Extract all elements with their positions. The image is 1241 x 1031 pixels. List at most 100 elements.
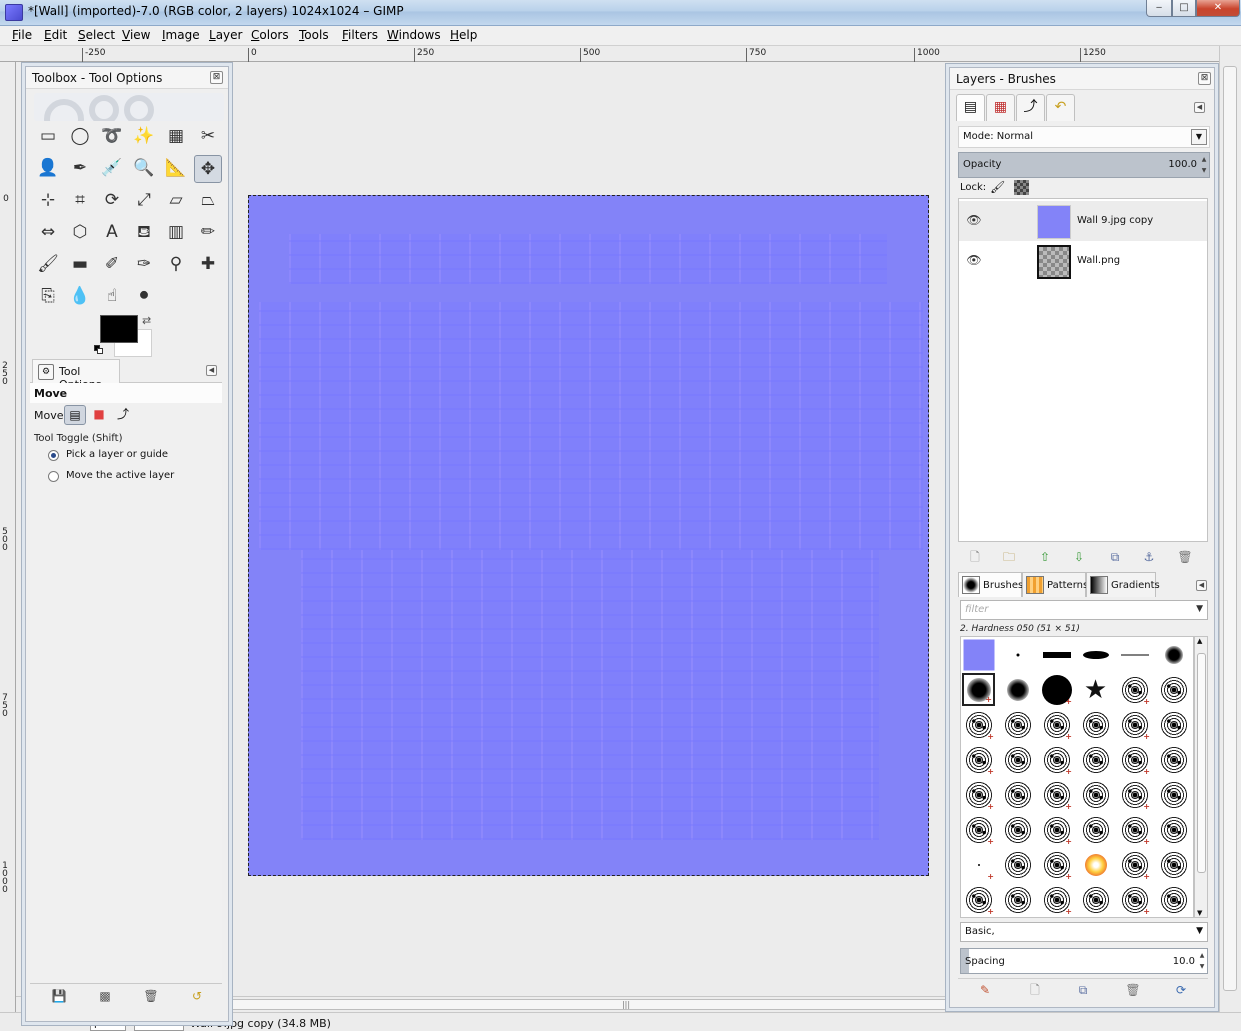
brush-cell[interactable]: + [1040, 848, 1073, 881]
brush-cell[interactable] [1040, 638, 1073, 671]
smudge-tool-icon[interactable]: ☝ [98, 283, 126, 311]
radio-move-active-layer[interactable]: Move the active layer [48, 470, 218, 484]
new-brush-icon[interactable]: 🗋 [1026, 981, 1044, 999]
brush-filter-input[interactable]: filter ▼ [960, 600, 1208, 620]
tab-gradients[interactable]: Gradients [1086, 572, 1160, 597]
brush-cell[interactable] [1079, 848, 1112, 881]
horizontal-ruler[interactable]: -250 0 250 500 750 1000 1250 [0, 46, 1227, 62]
restore-options-icon[interactable]: ▩ [96, 989, 114, 1005]
scroll-thumb[interactable] [1223, 66, 1237, 991]
move-tool-icon[interactable]: ✥ [194, 155, 222, 183]
brush-cell[interactable] [1001, 673, 1034, 706]
opacity-spinner-icon[interactable]: ▲ ▼ [1200, 154, 1208, 176]
tab-brushes[interactable]: Brushes [958, 572, 1023, 597]
scroll-up-icon[interactable]: ▲ [1197, 637, 1202, 645]
foreground-color[interactable] [100, 315, 138, 343]
edit-brush-icon[interactable]: ✎ [976, 981, 994, 999]
tab-channels[interactable]: ▦ [986, 94, 1015, 121]
foreground-select-tool-icon[interactable]: 👤 [34, 155, 62, 183]
swap-colors-icon[interactable]: ⇄ [142, 314, 151, 327]
delete-layer-icon[interactable]: 🗑 [1176, 548, 1194, 566]
brush-cell[interactable] [1001, 883, 1034, 916]
fuzzy-select-tool-icon[interactable]: ✨ [130, 123, 158, 151]
brush-cell[interactable]: + [962, 778, 995, 811]
brush-cell[interactable]: + [1118, 708, 1151, 741]
save-options-icon[interactable]: 💾 [50, 989, 68, 1005]
text-tool-icon[interactable]: A [98, 219, 126, 247]
brush-cell[interactable] [1157, 778, 1190, 811]
image-canvas[interactable] [248, 195, 929, 876]
brush-cell[interactable] [1157, 708, 1190, 741]
duplicate-layer-icon[interactable]: ⧉ [1106, 548, 1124, 566]
refresh-brushes-icon[interactable]: ⟳ [1172, 981, 1190, 999]
brush-grid-scrollbar[interactable]: ▲ ▼ [1194, 636, 1208, 918]
delete-options-icon[interactable]: 🗑 [142, 989, 160, 1005]
lock-alpha-icon[interactable] [1014, 180, 1029, 195]
visibility-eye-icon[interactable]: 👁 [965, 253, 983, 267]
select-by-color-tool-icon[interactable]: ▦ [162, 123, 190, 151]
tab-menu-icon[interactable]: ◀ [1194, 102, 1205, 113]
brush-cell[interactable] [1157, 743, 1190, 776]
airbrush-tool-icon[interactable]: ✐ [98, 251, 126, 279]
delete-brush-icon[interactable]: 🗑 [1124, 981, 1142, 999]
brush-cell[interactable] [1079, 813, 1112, 846]
brush-cell[interactable]: + [962, 708, 995, 741]
brush-cell[interactable]: + [1040, 708, 1073, 741]
menu-select[interactable]: Select [76, 28, 117, 42]
brush-cell[interactable] [1157, 813, 1190, 846]
brush-cell[interactable]: + [1040, 743, 1073, 776]
brush-cell[interactable]: + [1118, 883, 1151, 916]
tab-patterns[interactable]: Patterns [1022, 572, 1088, 597]
blur-sharpen-tool-icon[interactable]: 💧 [66, 283, 94, 311]
brush-cell[interactable]: + [1118, 778, 1151, 811]
brush-cell[interactable] [1079, 778, 1112, 811]
brush-cell[interactable] [1001, 778, 1034, 811]
brush-cell[interactable]: + [1118, 743, 1151, 776]
minimize-button[interactable]: ‒ [1146, 0, 1172, 17]
vertical-scrollbar[interactable] [1219, 46, 1241, 1016]
rect-select-tool-icon[interactable]: ▭ [34, 123, 62, 151]
anchor-layer-icon[interactable]: ⚓ [1140, 548, 1158, 566]
lock-pixels-icon[interactable]: 🖌 [990, 180, 1005, 195]
default-colors-icon[interactable] [94, 345, 104, 355]
brush-cell[interactable] [1079, 883, 1112, 916]
maximize-button[interactable]: □ [1172, 0, 1196, 17]
brush-cell[interactable] [1079, 638, 1112, 671]
brush-cell[interactable]: + [1118, 813, 1151, 846]
menu-edit[interactable]: Edit [42, 28, 69, 42]
raise-layer-icon[interactable]: ⇧ [1036, 548, 1054, 566]
tab-tool-options[interactable]: ⚙ Tool Options [32, 359, 120, 391]
menu-help[interactable]: Help [448, 28, 479, 42]
menu-image[interactable]: Image [160, 28, 202, 42]
brush-cell[interactable]: + [1040, 778, 1073, 811]
tab-paths[interactable]: ⤴ [1016, 94, 1045, 121]
lower-layer-icon[interactable]: ⇩ [1070, 548, 1088, 566]
layer-mode-select[interactable]: Mode: Normal ▼ [958, 126, 1210, 148]
brush-cell[interactable] [1079, 743, 1112, 776]
perspective-tool-icon[interactable]: ⏢ [194, 187, 222, 215]
brush-cell[interactable]: ★ [1079, 673, 1112, 706]
clone-tool-icon[interactable]: ⚲ [162, 251, 190, 279]
measure-tool-icon[interactable]: 📐 [162, 155, 190, 183]
brush-cell[interactable] [1001, 848, 1034, 881]
zoom-tool-icon[interactable]: 🔍 [130, 155, 158, 183]
new-layer-icon[interactable]: 🗋 [966, 548, 984, 566]
duplicate-brush-icon[interactable]: ⧉ [1074, 981, 1092, 999]
new-layer-group-icon[interactable]: 🗀 [1000, 548, 1018, 566]
ellipse-select-tool-icon[interactable]: ◯ [66, 123, 94, 151]
shear-tool-icon[interactable]: ▱ [162, 187, 190, 215]
eraser-tool-icon[interactable]: ▬ [66, 251, 94, 279]
brush-preset-select[interactable]: Basic, ▼ [960, 922, 1208, 942]
reset-options-icon[interactable]: ↺ [188, 989, 206, 1005]
menu-colors[interactable]: Colors [249, 28, 291, 42]
brush-cell[interactable]: + [962, 813, 995, 846]
scale-tool-icon[interactable]: ⤢ [130, 187, 158, 215]
menu-view[interactable]: View [120, 28, 152, 42]
scissors-select-tool-icon[interactable]: ✂ [194, 123, 222, 151]
paintbrush-tool-icon[interactable]: 🖌 [34, 251, 62, 279]
blend-tool-icon[interactable]: ▥ [162, 219, 190, 247]
align-tool-icon[interactable]: ⊹ [34, 187, 62, 215]
brush-cell[interactable] [1001, 813, 1034, 846]
close-dock-icon[interactable]: ⊠ [1198, 72, 1211, 85]
menu-layer[interactable]: Layer [207, 28, 244, 42]
